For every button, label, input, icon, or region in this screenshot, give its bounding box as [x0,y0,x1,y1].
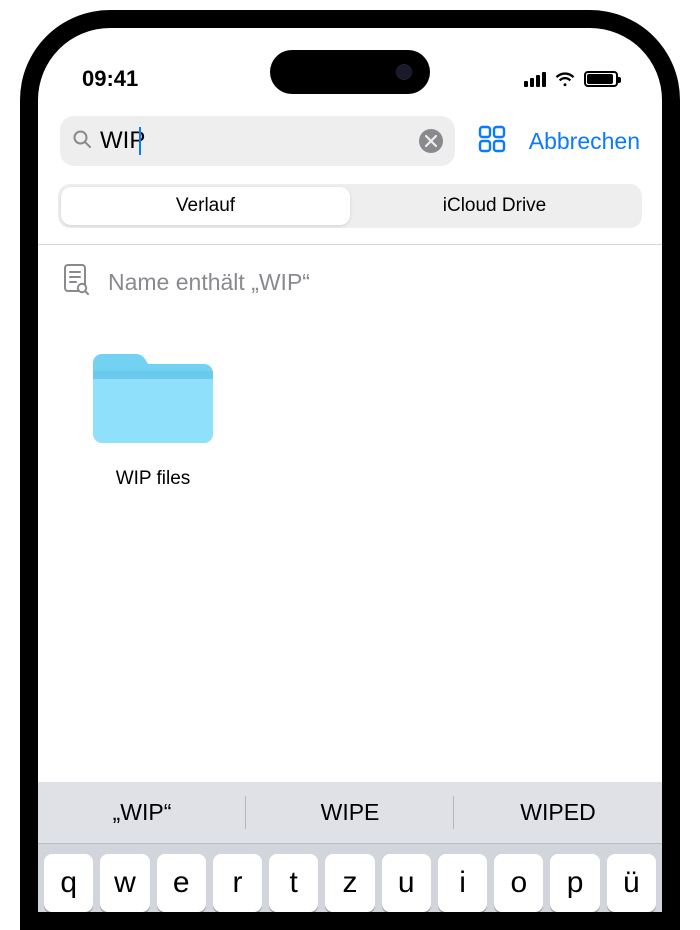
front-camera [396,64,412,80]
prediction-0[interactable]: „WIP“ [38,782,246,843]
screen: 09:41 WIP [38,28,662,912]
result-folder[interactable]: WIP files [68,341,238,490]
battery-icon [584,71,618,87]
search-suggestion-row[interactable]: Name enthält „WIP“ [38,245,662,311]
prediction-1[interactable]: WIPE [246,782,454,843]
scope-tab-recents[interactable]: Verlauf [61,187,350,225]
key-i[interactable]: i [438,854,487,912]
dynamic-island [270,50,430,94]
prediction-2[interactable]: WIPED [454,782,662,843]
key-e[interactable]: e [157,854,206,912]
key-p[interactable]: p [550,854,599,912]
search-suggestion-text: Name enthält „WIP“ [108,269,310,296]
predictive-text-bar: „WIP“ WIPE WIPED [38,782,662,844]
key-ue[interactable]: ü [607,854,656,912]
clear-search-button[interactable] [419,129,443,153]
scope-segmented-control[interactable]: Verlauf iCloud Drive [58,184,642,228]
key-o[interactable]: o [494,854,543,912]
results-grid: WIP files [38,311,662,520]
key-q[interactable]: q [44,854,93,912]
status-time: 09:41 [82,66,138,92]
text-caret [139,127,141,155]
document-search-icon [62,263,90,301]
key-r[interactable]: r [213,854,262,912]
cellular-signal-icon [524,71,546,87]
search-icon [72,129,92,154]
folder-icon [83,341,223,456]
wifi-icon [554,71,576,87]
keyboard-row-1: q w e r t z u i o p ü [38,844,662,912]
key-u[interactable]: u [382,854,431,912]
status-right [524,71,618,87]
key-z[interactable]: z [325,854,374,912]
search-input[interactable]: WIP [100,127,411,155]
scope-tab-icloud[interactable]: iCloud Drive [350,187,639,225]
key-t[interactable]: t [269,854,318,912]
key-w[interactable]: w [100,854,149,912]
search-nav-row: WIP Abbrechen [38,106,662,180]
cancel-button[interactable]: Abbrechen [529,128,640,155]
view-grid-button[interactable] [473,120,511,163]
keyboard: „WIP“ WIPE WIPED q w e r t z u i o p ü [38,782,662,912]
result-folder-name: WIP files [116,468,191,490]
phone-frame: 09:41 WIP [20,10,680,930]
search-field[interactable]: WIP [60,116,455,166]
